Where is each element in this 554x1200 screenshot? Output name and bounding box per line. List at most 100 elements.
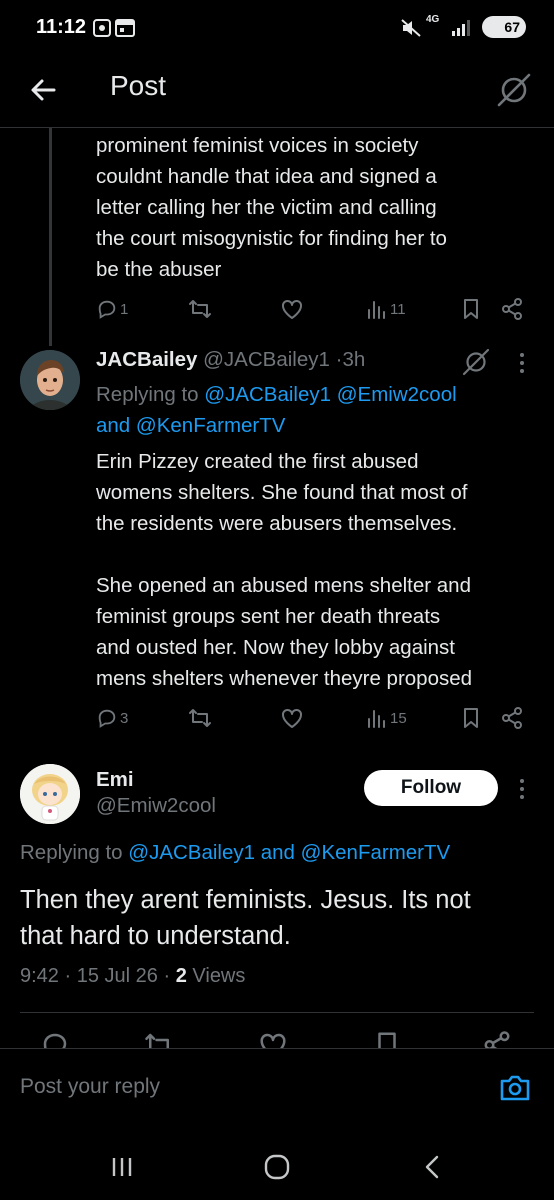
repost-icon: [189, 709, 211, 727]
views-count: 11: [390, 300, 406, 318]
status-time: 11:12: [36, 16, 87, 38]
camera-icon: [500, 1075, 530, 1101]
bookmark-button[interactable]: [460, 294, 482, 324]
system-navigation-bar: [0, 1132, 554, 1200]
grok-icon: [497, 73, 531, 107]
reply-input[interactable]: Post your reply: [20, 1075, 160, 1099]
bookmark-icon: [464, 299, 478, 319]
repost-button[interactable]: [144, 1030, 174, 1048]
grok-button[interactable]: [494, 70, 534, 110]
repost-button[interactable]: [188, 294, 212, 324]
back-button[interactable]: [24, 70, 64, 110]
like-icon: [282, 299, 302, 319]
partial-tweet-text: prominent feminist voices in society cou…: [96, 130, 536, 285]
tweet-timestamp: 9:42 · 15 Jul 26 · 2 Views: [20, 965, 245, 988]
chevron-left-icon: [425, 1155, 439, 1179]
tweet-date[interactable]: 15 Jul 26: [77, 965, 158, 987]
avatar[interactable]: [20, 764, 80, 824]
author-name[interactable]: Emi: [96, 768, 134, 792]
reply-icon: [98, 709, 116, 728]
network-type: 4G: [426, 14, 440, 25]
battery-indicator: 67: [482, 16, 526, 38]
reply-button[interactable]: [40, 1030, 70, 1048]
bookmark-button[interactable]: [460, 703, 482, 733]
text-line: the court misogynistic for finding her t…: [96, 227, 447, 250]
views-button[interactable]: 11: [366, 294, 406, 324]
main-tweet-divider: [20, 1012, 534, 1013]
text-line: feminist groups sent her death threats: [96, 605, 441, 628]
like-button[interactable]: [258, 1030, 288, 1048]
share-button[interactable]: [500, 294, 524, 324]
views-count: 2: [175, 965, 187, 987]
replying-to: Replying to @JACBailey1 @Emiw2cool and @…: [96, 379, 536, 441]
recent-apps-button[interactable]: [108, 1152, 138, 1182]
status-bar: 11:12 4G 67: [0, 0, 554, 56]
mention-link[interactable]: @KenFarmerTV: [136, 414, 286, 437]
text-line: womens shelters. She found that most of: [96, 481, 468, 504]
reply-tweet-header: JACBailey @JACBailey1 ·3h: [96, 348, 365, 372]
mention-and[interactable]: and: [96, 414, 130, 437]
more-options-button[interactable]: [510, 774, 534, 804]
mention-link[interactable]: @JACBailey1: [128, 841, 255, 864]
bookmark-icon: [464, 708, 478, 728]
mention-and[interactable]: and: [261, 841, 295, 864]
text-line: couldnt handle that idea and signed a: [96, 165, 437, 188]
mention-link[interactable]: @JACBailey1 @Emiw2cool: [204, 383, 456, 406]
author-handle[interactable]: @Emiw2cool: [96, 794, 216, 818]
separator-dot: ·: [163, 965, 171, 987]
home-icon: [264, 1154, 290, 1180]
follow-button[interactable]: Follow: [364, 770, 498, 806]
back-arrow-icon: [31, 79, 56, 101]
tweet-time[interactable]: 9:42: [20, 965, 59, 987]
views-label: Views: [192, 965, 246, 987]
grok-button[interactable]: [460, 346, 492, 378]
reply-tweet-actions: 3 15: [96, 703, 536, 733]
avatar-figure: [20, 764, 80, 824]
handle[interactable]: @JACBailey1: [203, 348, 330, 371]
share-button[interactable]: [500, 703, 524, 733]
page-title: Post: [110, 70, 167, 101]
like-button[interactable]: [280, 703, 304, 733]
replying-prefix: Replying to: [96, 383, 199, 406]
more-icon: [520, 779, 524, 799]
views-icon: [368, 710, 385, 728]
like-icon: [282, 708, 302, 728]
repost-button[interactable]: [188, 703, 212, 733]
thread-line: [49, 128, 52, 346]
avatar[interactable]: [20, 350, 80, 410]
like-button[interactable]: [280, 294, 304, 324]
reply-icon: [43, 1033, 67, 1048]
recents-icon: [112, 1158, 132, 1176]
views-button[interactable]: 15: [366, 703, 407, 733]
display-name[interactable]: JACBailey: [96, 348, 197, 371]
mention-link[interactable]: @KenFarmerTV: [301, 841, 451, 864]
partial-tweet-actions: 1 11: [96, 294, 536, 324]
bookmark-button[interactable]: [372, 1030, 402, 1048]
status-notification-icons: [92, 16, 136, 45]
text-line: Then they arent feminists. Jesus. Its no…: [20, 886, 471, 914]
bookmark-icon: [378, 1032, 396, 1048]
reply-composer[interactable]: Post your reply: [0, 1048, 554, 1132]
reply-count: 3: [120, 709, 129, 727]
reply-button[interactable]: 1: [96, 294, 128, 324]
text-line: be the abuser: [96, 258, 222, 281]
home-button[interactable]: [262, 1152, 292, 1182]
more-icon: [520, 353, 524, 373]
repost-icon: [145, 1033, 169, 1048]
reply-button[interactable]: 3: [96, 703, 128, 733]
status-right-icons: 4G 67: [400, 14, 526, 42]
avatar-portrait: [20, 350, 80, 410]
separator-dot: ·: [64, 965, 72, 987]
text-line: and ousted her. Now they lobby against: [96, 636, 455, 659]
text-line: letter calling her the victim and callin…: [96, 196, 437, 219]
system-back-button[interactable]: [418, 1152, 448, 1182]
reply-icon: [98, 300, 116, 319]
main-tweet-text: Then they arent feminists. Jesus. Its no…: [20, 882, 540, 954]
repost-icon: [189, 300, 211, 318]
share-button[interactable]: [482, 1030, 512, 1048]
camera-button[interactable]: [498, 1073, 532, 1103]
replying-prefix: Replying to: [20, 841, 123, 864]
text-line: [96, 539, 540, 570]
more-options-button[interactable]: [510, 348, 534, 378]
reply-count: 1: [120, 300, 129, 318]
